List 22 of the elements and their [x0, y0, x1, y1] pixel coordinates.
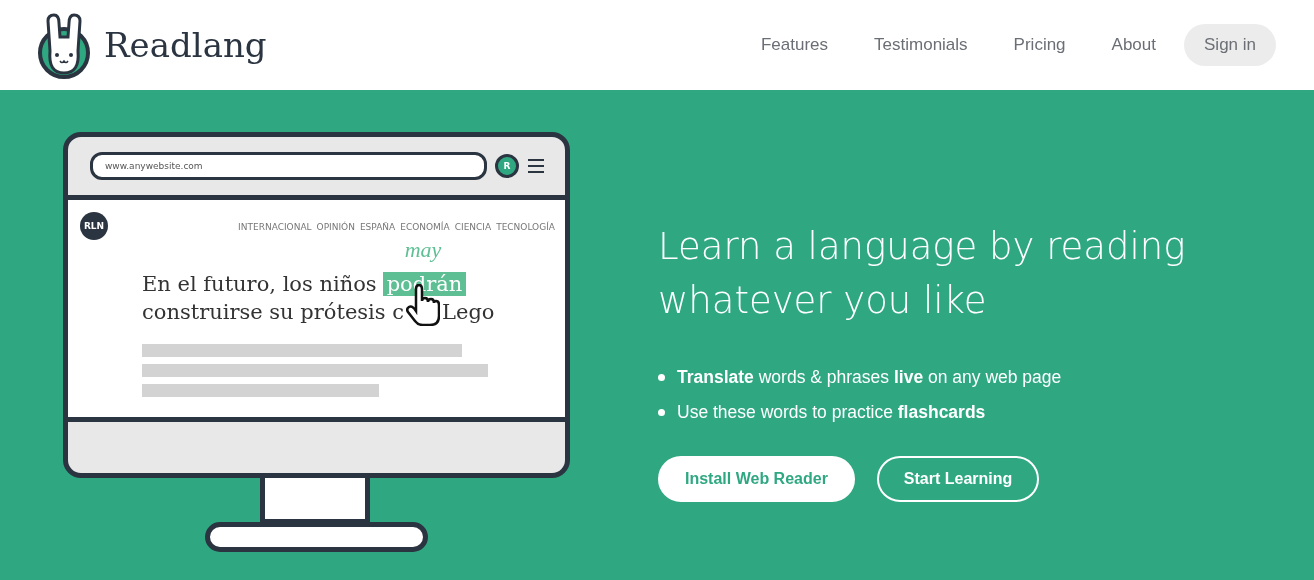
address-field: www.anywebsite.com — [90, 152, 487, 180]
site-logo: RLN — [80, 212, 108, 240]
feature-text: Use these words to practice flashcards — [677, 401, 986, 424]
bunny-logo-icon — [36, 11, 92, 79]
translation-text: may — [404, 236, 442, 264]
bullet-dot — [658, 409, 665, 416]
start-button[interactable]: Start Learning — [876, 456, 1040, 502]
sign-in-button[interactable]: Sign in — [1184, 24, 1276, 66]
nav-link[interactable]: Pricing — [1013, 35, 1066, 55]
avatar-badge: R — [495, 154, 519, 178]
headline-text: En el futuro, los niños — [142, 271, 377, 298]
brand-name: Readlang — [104, 25, 267, 65]
install-button[interactable]: Install Web Reader — [658, 456, 855, 502]
nav-link[interactable]: Testimonials — [874, 35, 968, 55]
hero-title: Learn a language by reading whatever you like — [658, 224, 1187, 324]
menu-icon — [527, 159, 545, 173]
bullet-dot — [658, 374, 665, 381]
feature-text: Translate words & phrases live on any web page — [677, 366, 1062, 389]
headline-text: construirse su prótesis c — [142, 299, 405, 326]
nav-link[interactable]: Features — [760, 35, 829, 55]
nav-link[interactable]: About — [1111, 35, 1156, 55]
headline-text: Lego — [442, 299, 495, 326]
